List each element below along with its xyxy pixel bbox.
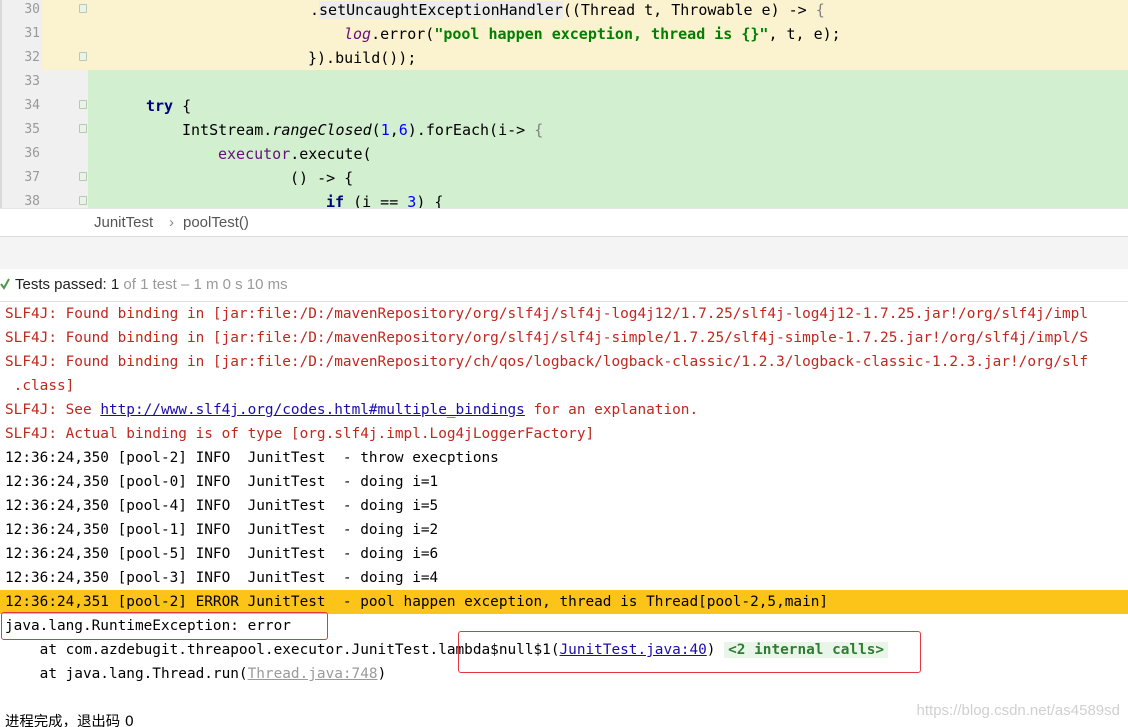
code-line[interactable]: 33 bbox=[0, 70, 1128, 94]
code-text: log.error("pool happen exception, thread… bbox=[344, 25, 841, 43]
line-number: 34 bbox=[24, 98, 40, 113]
fold-marker-icon[interactable] bbox=[79, 172, 87, 181]
console-line: .class] bbox=[5, 378, 75, 394]
code-text: executor.execute( bbox=[218, 145, 372, 163]
line-number: 38 bbox=[24, 194, 40, 208]
code-content: IntStream.rangeClosed(1,6).forEach(i-> { bbox=[88, 118, 1128, 142]
line-number: 30 bbox=[24, 2, 40, 17]
fold-marker-icon[interactable] bbox=[79, 124, 87, 133]
fold-marker-icon[interactable] bbox=[79, 52, 87, 61]
test-status-bar: Tests passed: 1 of 1 test – 1 m 0 s 10 m… bbox=[0, 269, 1128, 302]
breadcrumb-method[interactable]: poolTest() bbox=[183, 214, 249, 231]
line-number: 32 bbox=[24, 50, 40, 65]
breadcrumb-separator-icon: › bbox=[169, 214, 174, 231]
test-status-text: Tests passed: 1 of 1 test – 1 m 0 s 10 m… bbox=[15, 276, 288, 293]
code-line[interactable]: 34 try { bbox=[0, 94, 1128, 118]
line-number: 31 bbox=[24, 26, 40, 41]
change-marker bbox=[42, 22, 88, 46]
code-content: () -> { bbox=[88, 166, 1128, 190]
multiple-bindings-link[interactable]: http://www.slf4j.org/codes.html#multiple… bbox=[100, 402, 525, 418]
code-text: .setUncaughtExceptionHandler((Thread t, … bbox=[310, 1, 825, 19]
console-line: SLF4J: Actual binding is of type [org.sl… bbox=[5, 426, 595, 442]
code-line[interactable]: 32 }).build()); bbox=[0, 46, 1128, 70]
line-number: 35 bbox=[24, 122, 40, 137]
console-line: SLF4J: See http://www.slf4j.org/codes.ht… bbox=[5, 402, 699, 418]
run-console[interactable]: SLF4J: Found binding in [jar:file:/D:/ma… bbox=[0, 302, 1128, 727]
code-editor[interactable]: 30 .setUncaughtExceptionHandler((Thread … bbox=[0, 0, 1128, 208]
code-line[interactable]: 37 () -> { bbox=[0, 166, 1128, 190]
error-log-line: 12:36:24,351 [pool-2] ERROR JunitTest - … bbox=[5, 594, 829, 610]
line-number: 37 bbox=[24, 170, 40, 185]
code-line[interactable]: 30 .setUncaughtExceptionHandler((Thread … bbox=[0, 0, 1128, 22]
code-text: try { bbox=[146, 97, 192, 115]
code-text: IntStream.rangeClosed(1,6).forEach(i-> { bbox=[182, 121, 544, 139]
code-content: executor.execute( bbox=[88, 142, 1128, 166]
log-line: 12:36:24,350 [pool-4] INFO JunitTest - d… bbox=[5, 498, 439, 514]
code-content: if (i == 3) { bbox=[88, 190, 1128, 208]
fold-marker-icon[interactable] bbox=[79, 4, 87, 13]
code-line[interactable]: 36 executor.execute( bbox=[0, 142, 1128, 166]
breadcrumb-class[interactable]: JunitTest bbox=[94, 214, 153, 231]
log-line: 12:36:24,350 [pool-3] INFO JunitTest - d… bbox=[5, 570, 439, 586]
code-line[interactable]: 35 IntStream.rangeClosed(1,6).forEach(i-… bbox=[0, 118, 1128, 142]
fold-marker-icon[interactable] bbox=[79, 196, 87, 205]
code-content: log.error("pool happen exception, thread… bbox=[88, 22, 1128, 46]
code-line[interactable]: 38 if (i == 3) { bbox=[0, 190, 1128, 208]
line-number: 36 bbox=[24, 146, 40, 161]
line-number: 33 bbox=[24, 74, 40, 89]
code-text: () -> { bbox=[290, 169, 354, 187]
stack-trace-line: at java.lang.Thread.run(Thread.java:748) bbox=[5, 666, 387, 682]
fold-marker-icon[interactable] bbox=[79, 100, 87, 109]
log-line: 12:36:24,350 [pool-1] INFO JunitTest - d… bbox=[5, 522, 439, 538]
code-text: }).build()); bbox=[308, 49, 417, 67]
log-line: 12:36:24,350 [pool-0] INFO JunitTest - d… bbox=[5, 474, 439, 490]
code-content: }).build()); bbox=[88, 46, 1128, 70]
log-line: 12:36:24,350 [pool-2] INFO JunitTest - t… bbox=[5, 450, 499, 466]
code-line[interactable]: 31 log.error("pool happen exception, thr… bbox=[0, 22, 1128, 46]
code-text: if (i == 3) { bbox=[326, 193, 444, 208]
code-content: .setUncaughtExceptionHandler((Thread t, … bbox=[88, 0, 1128, 22]
code-content: try { bbox=[88, 94, 1128, 118]
watermark: https://blog.csdn.net/as4589sd bbox=[916, 702, 1120, 719]
exit-message: 进程完成，退出码 0 bbox=[5, 714, 134, 727]
panel-divider[interactable] bbox=[0, 236, 1128, 270]
source-link[interactable]: Thread.java:748 bbox=[248, 666, 378, 682]
console-line: SLF4J: Found binding in [jar:file:/D:/ma… bbox=[5, 330, 1088, 346]
log-line: 12:36:24,350 [pool-5] INFO JunitTest - d… bbox=[5, 546, 439, 562]
annotation-box bbox=[458, 631, 921, 673]
code-content bbox=[88, 70, 1128, 94]
console-line: SLF4J: Found binding in [jar:file:/D:/ma… bbox=[5, 354, 1088, 370]
annotation-box bbox=[1, 612, 328, 640]
breadcrumb: JunitTest › poolTest() bbox=[0, 208, 1128, 237]
check-icon bbox=[0, 278, 10, 290]
console-line: SLF4J: Found binding in [jar:file:/D:/ma… bbox=[5, 306, 1088, 322]
